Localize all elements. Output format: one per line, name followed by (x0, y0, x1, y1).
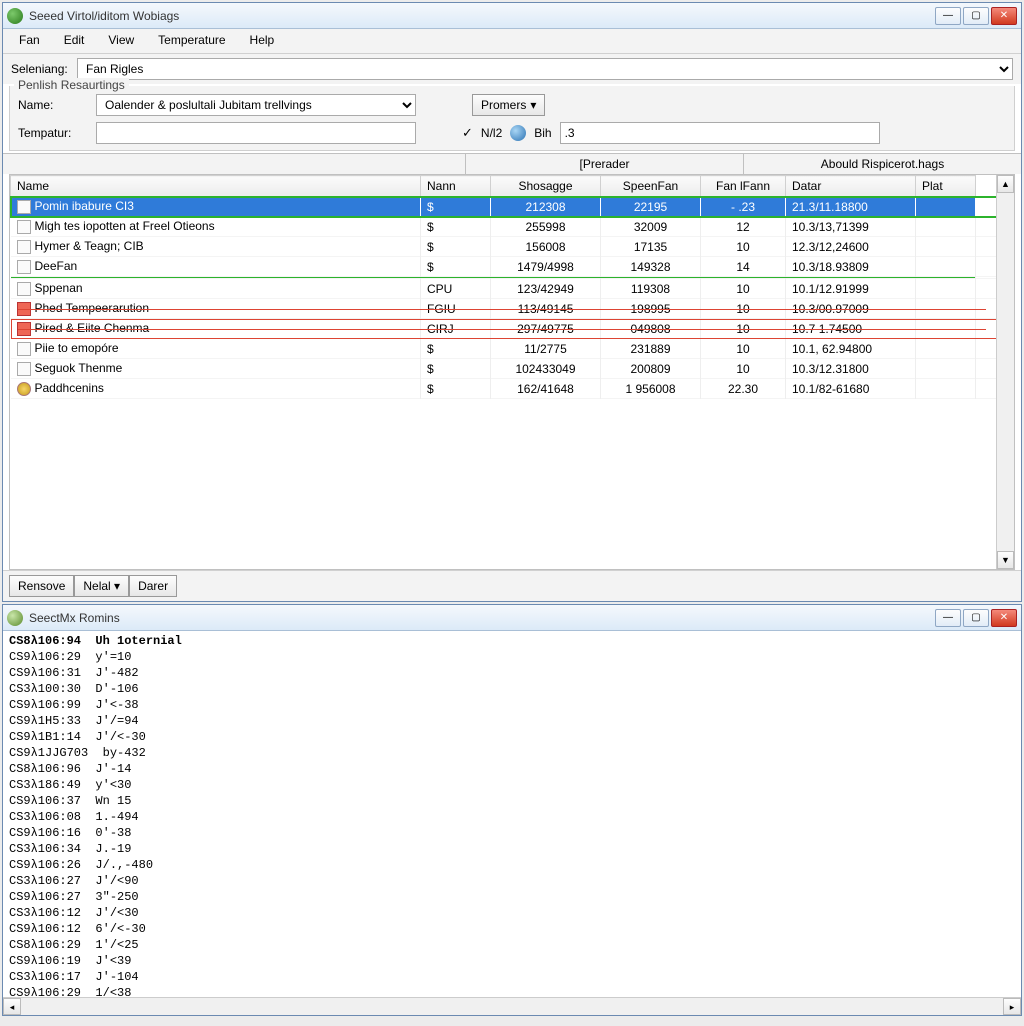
col-fanfann[interactable]: Fan lFann (701, 176, 786, 197)
row-icon (17, 302, 31, 316)
data-table: Name Nann Shosagge SpeenFan Fan lFann Da… (10, 175, 1014, 399)
log-maximize-button[interactable]: ▢ (963, 609, 989, 627)
nl2-label: N/l2 (481, 126, 502, 140)
maximize-button[interactable]: ▢ (963, 7, 989, 25)
nelal-button[interactable]: Nelal ▾ (74, 575, 129, 597)
check-icon: ✓ (462, 125, 473, 141)
table-row[interactable]: Piie to emopóre$11/27752318891010.1, 62.… (11, 339, 1015, 359)
scroll-up-icon[interactable]: ▲ (997, 175, 1014, 193)
scroll-right-icon[interactable]: ▸ (1003, 998, 1021, 1015)
bih-input[interactable] (560, 122, 880, 144)
log-title: SeectMx Romins (29, 611, 935, 625)
main-title: Seeed Virtol/iditom Wobiags (29, 9, 935, 23)
close-button[interactable]: ✕ (991, 7, 1017, 25)
row-icon (17, 362, 31, 376)
table-row[interactable]: Phed TempeerarutionFGIU113/4914519899510… (11, 299, 1015, 319)
row-icon (17, 260, 31, 274)
row-icon (17, 382, 31, 396)
settings-group: Name: Oalender & poslultali Jubitam trel… (9, 86, 1015, 151)
selector-dropdown[interactable]: Fan Rigles (77, 58, 1013, 80)
horizontal-scrollbar[interactable]: ◂ ▸ (3, 997, 1021, 1015)
app-icon (7, 8, 23, 24)
darer-button[interactable]: Darer (129, 575, 177, 597)
menubar: Fan Edit View Temperature Help (3, 29, 1021, 54)
table-row[interactable]: Pomin ibabure CI3$21230822195- .2321.3/1… (11, 197, 1015, 217)
table-row[interactable]: Pired & Eiite ChenmaCIRJ297/497750498081… (11, 319, 1015, 339)
promers-button[interactable]: Promers▾ (472, 94, 545, 116)
main-window: Seeed Virtol/iditom Wobiags — ▢ ✕ Fan Ed… (2, 2, 1022, 602)
table-row[interactable]: Hymer & Teagn; CIB$156008171351012.3/12,… (11, 237, 1015, 257)
header-tab-right[interactable]: Abould Rispicerot.hags (743, 154, 1021, 174)
col-name[interactable]: Name (11, 176, 421, 197)
remove-button[interactable]: Rensove (9, 575, 74, 597)
table-row[interactable]: DeeFan$1479/49981493281410.3/18.93809 (11, 257, 1015, 277)
globe-icon (510, 125, 526, 141)
log-minimize-button[interactable]: — (935, 609, 961, 627)
menu-help[interactable]: Help (240, 31, 285, 49)
scroll-left-icon[interactable]: ◂ (3, 998, 21, 1015)
log-output: CS8λ106:94 Uh 1oternial CS9λ106:29 y'=10… (3, 631, 1021, 997)
menu-edit[interactable]: Edit (54, 31, 95, 49)
row-icon (17, 282, 31, 296)
temp-label: Tempatur: (18, 126, 88, 140)
table-row[interactable]: Paddhcenins$162/416481 95600822.3010.1/8… (11, 379, 1015, 399)
menu-fan[interactable]: Fan (9, 31, 50, 49)
col-plat[interactable]: Plat (916, 176, 976, 197)
menu-temperature[interactable]: Temperature (148, 31, 235, 49)
vertical-scrollbar[interactable]: ▲ ▼ (996, 175, 1014, 569)
name-label: Name: (18, 98, 88, 112)
name-dropdown[interactable]: Oalender & poslultali Jubitam trellvings (96, 94, 416, 116)
row-icon (17, 240, 31, 254)
selector-row: Seleniang: Fan Rigles (3, 54, 1021, 84)
selector-label: Seleniang: (11, 62, 69, 76)
data-table-wrap: Name Nann Shosagge SpeenFan Fan lFann Da… (9, 174, 1015, 570)
bottom-buttons: Rensove Nelal ▾ Darer (3, 570, 1021, 601)
log-window: SeectMx Romins — ▢ ✕ CS8λ106:94 Uh 1oter… (2, 604, 1022, 1016)
log-titlebar: SeectMx Romins — ▢ ✕ (3, 605, 1021, 631)
row-icon (17, 200, 31, 214)
col-nann[interactable]: Nann (421, 176, 491, 197)
table-row[interactable]: SppenanCPU123/429491193081010.1/12.91999 (11, 279, 1015, 299)
menu-view[interactable]: View (98, 31, 144, 49)
row-icon (17, 220, 31, 234)
table-row[interactable]: Migh tes iopotten at Freel Otieons$25599… (11, 217, 1015, 237)
col-shosagge[interactable]: Shosagge (491, 176, 601, 197)
header-tabs: [Prerader Abould Rispicerot.hags (3, 153, 1021, 174)
row-icon (17, 322, 31, 336)
main-titlebar: Seeed Virtol/iditom Wobiags — ▢ ✕ (3, 3, 1021, 29)
table-row[interactable]: Seguok Thenme$1024330492008091010.3/12.3… (11, 359, 1015, 379)
row-icon (17, 342, 31, 356)
log-app-icon (7, 610, 23, 626)
temp-input[interactable] (96, 122, 416, 144)
scroll-down-icon[interactable]: ▼ (997, 551, 1014, 569)
col-speenfan[interactable]: SpeenFan (601, 176, 701, 197)
minimize-button[interactable]: — (935, 7, 961, 25)
col-datar[interactable]: Datar (786, 176, 916, 197)
bih-label: Bih (534, 126, 551, 140)
header-tab-left[interactable]: [Prerader (465, 154, 743, 174)
log-close-button[interactable]: ✕ (991, 609, 1017, 627)
